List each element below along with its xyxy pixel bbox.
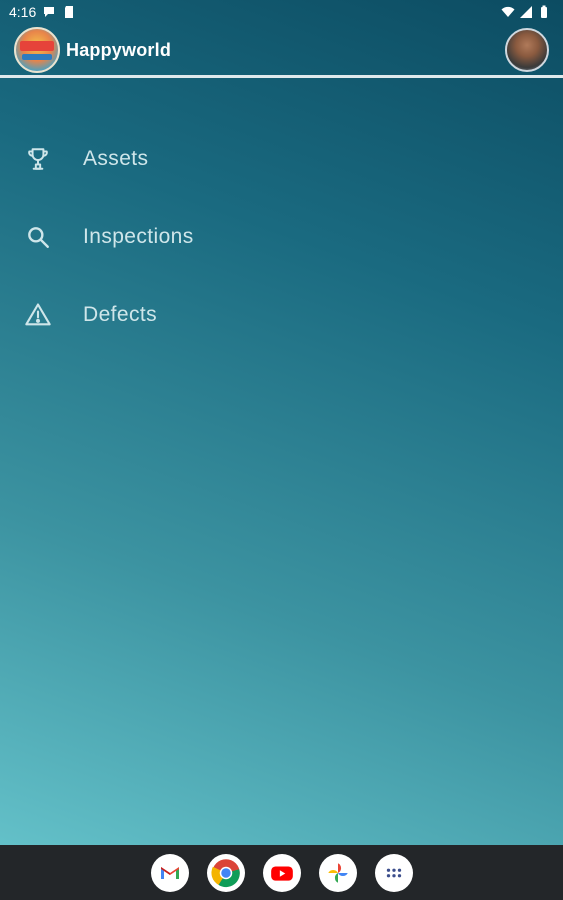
menu-label-inspections: Inspections (83, 225, 194, 248)
sd-card-icon (62, 5, 76, 19)
status-right (501, 5, 551, 19)
user-avatar[interactable] (505, 28, 549, 72)
trophy-icon (24, 145, 52, 173)
menu-item-assets[interactable]: Assets (0, 120, 563, 198)
app-title: Happyworld (66, 39, 172, 60)
navigation-menu: Assets Inspections Defects (0, 120, 563, 354)
menu-item-defects[interactable]: Defects (0, 276, 563, 354)
app-drawer-icon[interactable] (374, 853, 413, 892)
signal-icon (519, 5, 533, 19)
app-screen: 4:16 Happyworld Assets Inspections Defec… (0, 0, 563, 900)
header-divider (0, 75, 563, 78)
warning-icon (24, 301, 52, 329)
brand[interactable]: Happyworld (14, 27, 171, 73)
menu-label-defects: Defects (83, 303, 157, 326)
status-time: 4:16 (9, 4, 37, 20)
wifi-icon (501, 5, 515, 19)
app-bar: Happyworld (0, 24, 563, 76)
youtube-icon[interactable] (262, 853, 301, 892)
menu-label-assets: Assets (83, 147, 149, 170)
search-icon (24, 223, 52, 251)
app-dock (0, 845, 563, 900)
menu-item-inspections[interactable]: Inspections (0, 198, 563, 276)
chrome-icon[interactable] (206, 853, 245, 892)
gmail-icon[interactable] (150, 853, 189, 892)
status-left: 4:16 (9, 4, 76, 20)
battery-icon (537, 5, 551, 19)
photos-icon[interactable] (318, 853, 357, 892)
message-notification-icon (42, 5, 56, 19)
status-bar: 4:16 (0, 0, 563, 24)
happyworld-logo (14, 27, 60, 73)
